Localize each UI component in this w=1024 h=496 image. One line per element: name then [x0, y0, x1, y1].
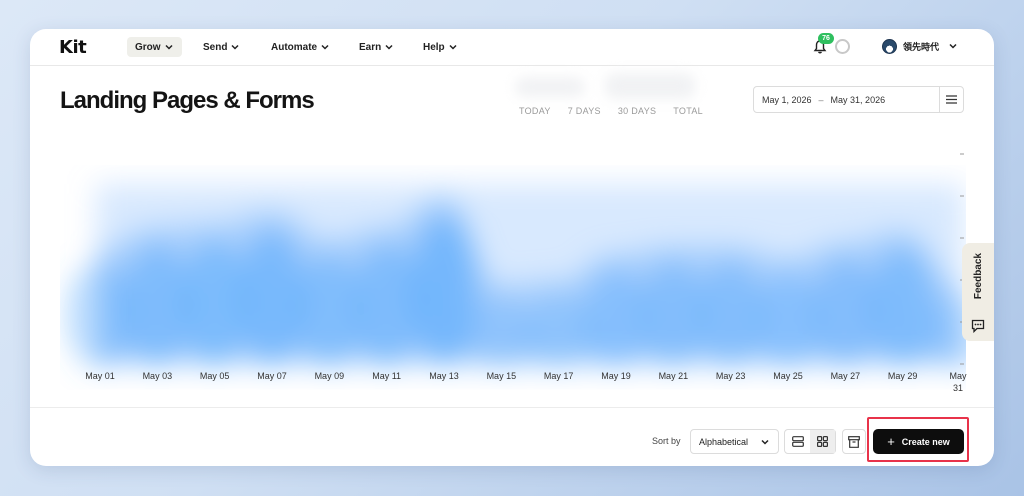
tab-total[interactable]: TOTAL [673, 106, 703, 116]
feedback-label: Feedback [972, 253, 984, 300]
chevron-down-icon [231, 44, 239, 50]
tab-30-days[interactable]: 30 DAYS [618, 106, 656, 116]
x-tick-label: May 11 [372, 371, 402, 381]
list-view-icon [791, 436, 804, 447]
chevron-down-icon [321, 44, 329, 50]
nav-send-label: Send [203, 41, 228, 53]
chevron-down-icon [449, 44, 457, 50]
x-tick-label: May 07 [257, 371, 287, 381]
create-new-button[interactable]: + Create new [873, 429, 964, 454]
chart-area: May 01 May 03 May 05 May 07 May 09 May 11 May … [60, 129, 967, 399]
nav-grow[interactable]: Grow [127, 37, 182, 57]
date-separator: – [818, 94, 824, 105]
nav-automate[interactable]: Automate [263, 37, 338, 57]
date-menu-button[interactable] [939, 87, 963, 112]
archive-icon [848, 435, 860, 448]
view-toggle [784, 429, 836, 454]
x-tick-label: May 17 [543, 371, 574, 381]
data-point [868, 247, 937, 368]
blurred-stat [605, 73, 695, 99]
x-tick-label: May 27 [830, 371, 861, 381]
tab-7-days[interactable]: 7 DAYS [568, 106, 601, 116]
x-tick-label: May 19 [601, 371, 631, 381]
kit-logo[interactable]: Kit [59, 37, 87, 58]
blurred-stat [515, 77, 585, 97]
archive-button[interactable] [842, 429, 866, 454]
main-card: Kit Grow Send Automate Earn Help 76 領先時代 [30, 29, 994, 466]
x-tick-label: May 03 [142, 371, 173, 381]
range-tabs: TODAY 7 DAYS 30 DAYS TOTAL [519, 106, 703, 116]
sort-label: Sort by [652, 436, 681, 446]
divider [30, 407, 994, 408]
page-title: Landing Pages & Forms [60, 87, 315, 114]
date-range-picker[interactable]: May 1, 2026 – May 31, 2026 [753, 86, 964, 113]
feedback-tab[interactable]: Feedback [962, 243, 994, 341]
notification-badge: 76 [818, 33, 834, 44]
top-nav: Kit Grow Send Automate Earn Help 76 領先時代 [30, 29, 994, 66]
user-name[interactable]: 領先時代 [903, 40, 939, 53]
x-tick-label: May 23 [715, 371, 746, 381]
sort-select[interactable]: Alphabetical [690, 429, 779, 454]
nav-help[interactable]: Help [415, 37, 466, 57]
x-tick-label: May 15 [486, 371, 517, 381]
data-point [352, 243, 421, 368]
date-end: May 31, 2026 [830, 94, 886, 105]
nav-earn-label: Earn [359, 41, 382, 53]
date-start: May 1, 2026 [762, 94, 812, 105]
nav-automate-label: Automate [271, 41, 318, 53]
grid-view-icon [817, 436, 828, 447]
list-view-button[interactable] [785, 430, 810, 453]
data-point [238, 228, 306, 368]
x-tick-label: May 21 [658, 371, 689, 381]
chevron-down-icon [761, 439, 769, 445]
x-tick-label: May 31 [949, 371, 967, 393]
x-tick-label: May 25 [773, 371, 803, 381]
create-new-label: Create new [901, 436, 950, 447]
avatar[interactable] [882, 39, 897, 54]
nav-grow-label: Grow [135, 41, 161, 53]
area-chart [66, 153, 966, 371]
x-tick-label: May 05 [199, 371, 230, 381]
chevron-down-icon [385, 44, 393, 50]
menu-icon [946, 95, 957, 104]
data-point [410, 214, 478, 367]
nav-send[interactable]: Send [195, 37, 248, 57]
nav-earn[interactable]: Earn [351, 37, 402, 57]
chevron-down-icon[interactable] [948, 41, 958, 51]
x-tick-label: May 01 [85, 371, 115, 381]
tab-today[interactable]: TODAY [519, 106, 551, 116]
x-tick-label: May 13 [429, 371, 459, 381]
nav-help-label: Help [423, 41, 445, 53]
chevron-down-icon [165, 44, 173, 50]
x-tick-label: May 09 [314, 371, 345, 381]
loading-ring-icon [835, 39, 850, 54]
plus-icon: + [887, 433, 895, 449]
grid-view-button[interactable] [810, 430, 835, 453]
x-tick-label: May 29 [887, 371, 918, 381]
data-point [524, 294, 593, 371]
sort-value: Alphabetical [699, 436, 749, 447]
chat-icon [971, 319, 985, 333]
